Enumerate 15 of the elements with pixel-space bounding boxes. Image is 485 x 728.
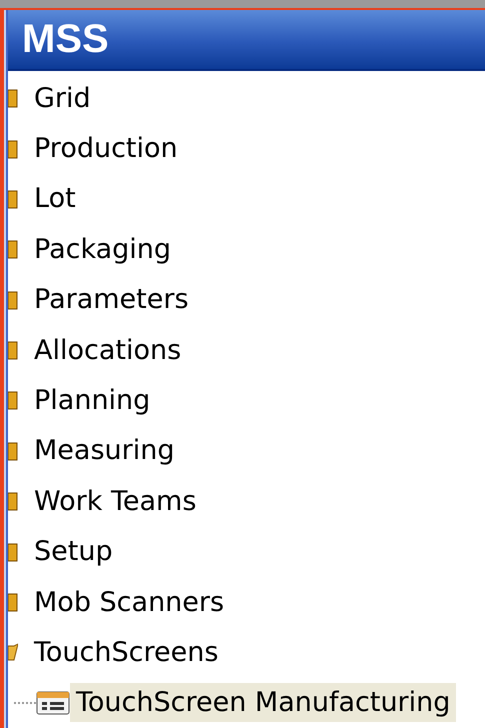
tree-item[interactable]: Measuring (32, 431, 176, 470)
tree-item[interactable]: Production (32, 129, 180, 168)
tree-item[interactable]: Work Teams (32, 482, 198, 521)
tree-item[interactable]: Setup (32, 532, 115, 572)
tree-item[interactable]: Grid (32, 78, 93, 118)
tree-item[interactable]: Mob Scanners (32, 582, 226, 622)
tree-item[interactable]: Planning (32, 380, 152, 420)
tree-item[interactable]: Lot (32, 179, 78, 218)
tree-item[interactable]: TouchScreen Manufacturing (70, 683, 456, 722)
panel-title: MSS (8, 10, 485, 71)
form-icon (36, 690, 70, 715)
tree-item[interactable]: TouchScreens (32, 632, 220, 672)
tree-item[interactable]: Parameters (32, 280, 191, 320)
tree-item[interactable]: Allocations (32, 330, 184, 370)
tree-item[interactable]: Packaging (32, 230, 174, 269)
